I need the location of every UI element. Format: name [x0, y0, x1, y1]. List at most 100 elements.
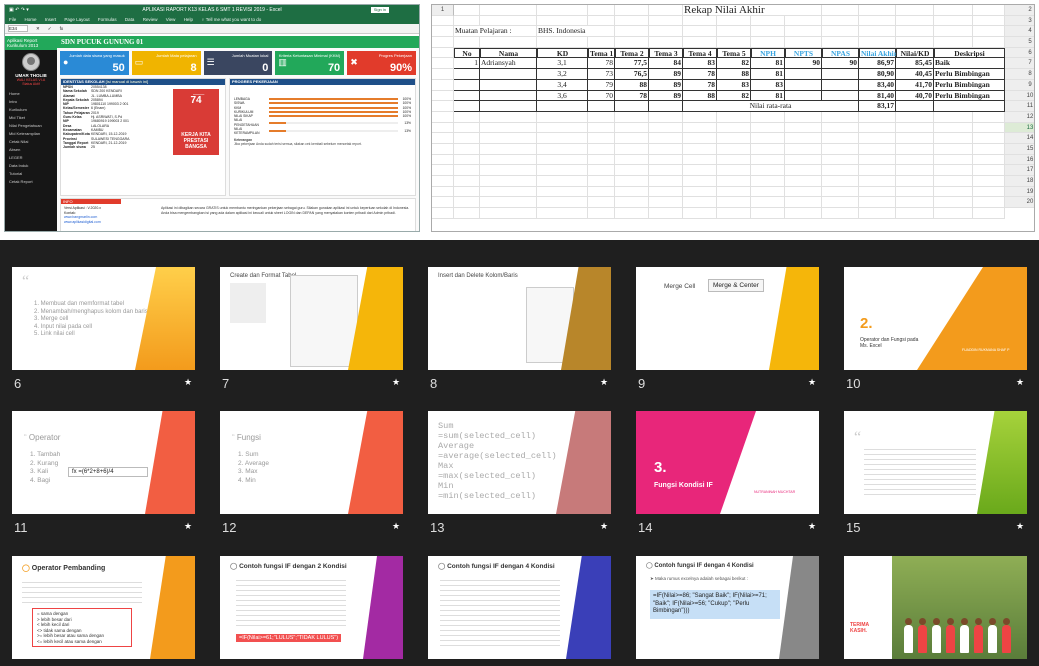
card-mulok[interactable]: ☰ Jumlah Muatan lokal 0 [203, 51, 273, 75]
cell[interactable] [751, 176, 785, 187]
data-cell[interactable]: 78 [588, 58, 615, 70]
cell[interactable] [859, 176, 896, 187]
cell[interactable] [615, 154, 649, 166]
cell[interactable] [785, 133, 822, 144]
sidebar-item-nilai-pengetahuan[interactable]: Nilai Pengetahuan [5, 121, 57, 129]
cell[interactable] [751, 208, 785, 219]
data-cell[interactable]: 80,90 [859, 69, 896, 80]
cell[interactable] [785, 111, 822, 123]
cell[interactable] [934, 5, 973, 16]
cell[interactable] [717, 197, 751, 209]
slide-thumb-19[interactable]: ◯ Contoh fungsi IF dengan 4 Kondisi ➤ Ma… [636, 556, 819, 659]
cell[interactable] [649, 133, 683, 144]
row-header[interactable]: 11 [1005, 101, 1034, 112]
cell[interactable] [480, 5, 537, 16]
cell[interactable] [649, 143, 683, 155]
sidebar-item-mid-tiket[interactable]: Mid Tiket [5, 113, 57, 121]
cell[interactable] [480, 165, 537, 176]
cell[interactable] [822, 176, 859, 187]
cell[interactable] [822, 37, 859, 48]
cell[interactable] [751, 15, 785, 27]
cell[interactable] [717, 37, 751, 48]
cell[interactable] [896, 186, 934, 198]
cell[interactable] [934, 186, 973, 198]
website-link[interactable]: www.aplikasidigital.com [64, 220, 119, 225]
data-cell[interactable]: 82 [717, 58, 751, 70]
data-cell[interactable]: 83 [717, 79, 751, 91]
data-cell[interactable] [822, 90, 859, 102]
cell[interactable] [615, 5, 649, 16]
cell[interactable] [649, 208, 683, 219]
cell[interactable] [588, 133, 615, 144]
slide-thumb-14[interactable]: 3. Fungsi Kondisi IF NUTRANINAH MUCHTAR [636, 411, 819, 514]
cell[interactable] [683, 197, 717, 209]
data-cell[interactable]: Perlu Bimbingan [934, 79, 1005, 91]
data-cell[interactable]: 76,5 [615, 69, 649, 80]
cell[interactable] [537, 143, 588, 155]
cell[interactable] [683, 186, 717, 198]
menu-data[interactable]: Data [125, 17, 135, 22]
cell[interactable] [751, 186, 785, 198]
cell[interactable] [615, 15, 649, 27]
cell[interactable] [588, 101, 615, 112]
star-icon[interactable]: ★ [1016, 377, 1024, 388]
menu-insert[interactable]: Insert [45, 17, 56, 22]
data-cell[interactable]: 70 [588, 90, 615, 102]
cell[interactable] [454, 101, 480, 112]
cell[interactable] [896, 197, 934, 209]
row-header[interactable]: 6 [1005, 47, 1034, 59]
cell[interactable] [896, 208, 934, 219]
cell[interactable] [717, 176, 751, 187]
slide-thumb-15[interactable]: “ [844, 411, 1027, 514]
cell[interactable] [896, 165, 934, 176]
cell[interactable] [717, 208, 751, 219]
menu-review[interactable]: Review [143, 17, 158, 22]
cell[interactable] [537, 37, 588, 48]
cell[interactable] [859, 154, 896, 166]
data-cell[interactable]: Adriansyah [480, 58, 537, 70]
cell[interactable] [717, 26, 751, 38]
cell[interactable] [432, 186, 454, 198]
data-cell[interactable]: 41,70 [896, 79, 934, 91]
cell[interactable] [615, 165, 649, 176]
cell[interactable] [822, 122, 859, 134]
star-icon[interactable]: ★ [184, 377, 192, 388]
cell[interactable] [859, 197, 896, 209]
cell[interactable] [615, 122, 649, 134]
data-cell[interactable]: 83 [683, 58, 717, 70]
avg-value[interactable]: 83,17 [859, 101, 896, 112]
data-cell[interactable]: 3,4 [537, 79, 588, 91]
cell[interactable] [615, 176, 649, 187]
cell[interactable] [934, 15, 973, 27]
cell[interactable] [432, 197, 454, 209]
cell[interactable] [537, 101, 588, 112]
star-icon[interactable]: ★ [600, 521, 608, 532]
sidebar-item-data-induk[interactable]: Data Induk [5, 161, 57, 169]
cell[interactable] [480, 111, 537, 123]
cell[interactable] [588, 197, 615, 209]
cell[interactable] [785, 165, 822, 176]
data-cell[interactable] [454, 79, 480, 91]
data-cell[interactable]: 78 [615, 90, 649, 102]
cell[interactable] [432, 208, 454, 219]
cell[interactable] [934, 176, 973, 187]
star-icon[interactable]: ★ [600, 377, 608, 388]
star-icon[interactable]: ★ [184, 521, 192, 532]
cell[interactable] [896, 122, 934, 134]
data-cell[interactable]: Perlu Bimbingan [934, 90, 1005, 102]
cell[interactable] [859, 5, 896, 16]
cell[interactable] [537, 186, 588, 198]
menu-file[interactable]: File [9, 17, 16, 22]
cell[interactable] [717, 111, 751, 123]
cell[interactable] [934, 154, 973, 166]
cell[interactable] [480, 154, 537, 166]
data-cell[interactable]: 89 [649, 90, 683, 102]
cell[interactable] [615, 197, 649, 209]
data-cell[interactable] [785, 69, 822, 80]
cell[interactable] [973, 143, 1005, 155]
cell[interactable] [588, 15, 615, 27]
cell[interactable] [432, 26, 454, 38]
cell[interactable] [649, 37, 683, 48]
star-icon[interactable]: ★ [808, 521, 816, 532]
data-cell[interactable]: Perlu Bimbingan [934, 69, 1005, 80]
